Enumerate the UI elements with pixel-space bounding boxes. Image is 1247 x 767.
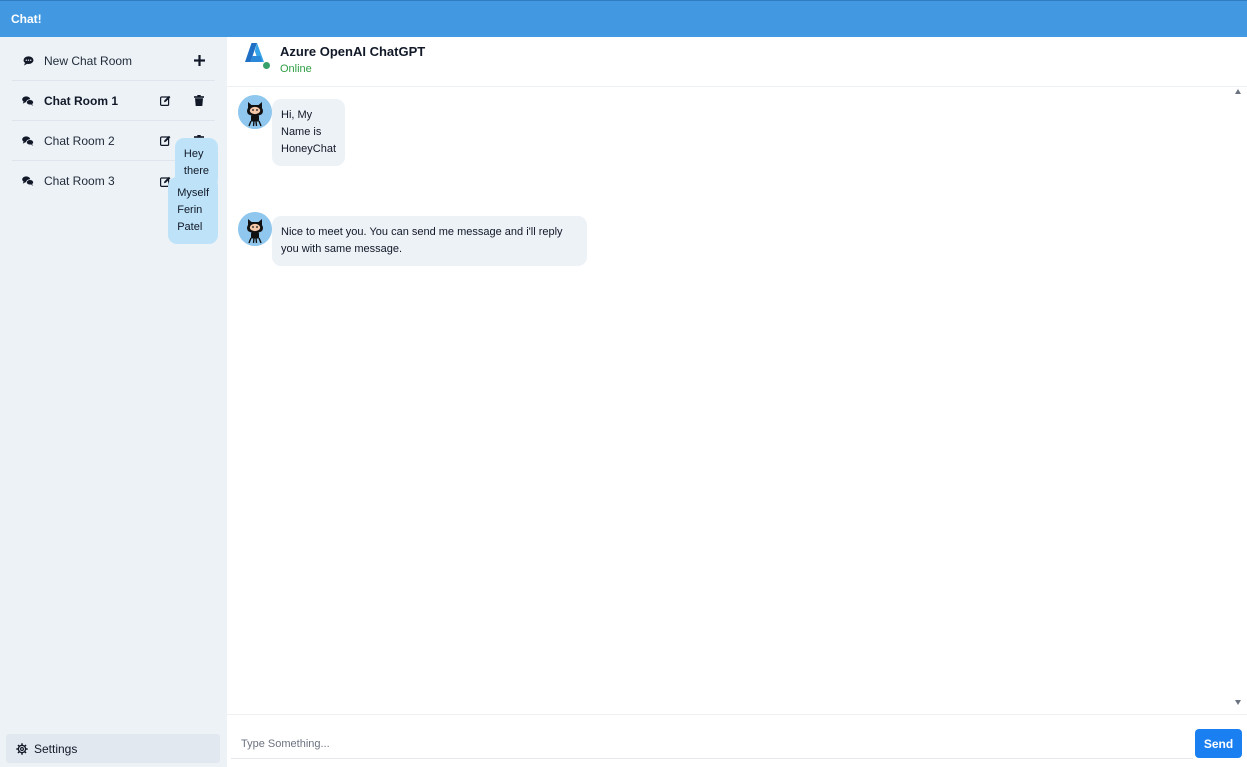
edit-icon[interactable] bbox=[157, 133, 173, 149]
bot-avatar bbox=[238, 212, 272, 246]
edit-icon[interactable] bbox=[157, 93, 173, 109]
chat-panel: Azure OpenAI ChatGPT Online Hi, My Name … bbox=[168, 37, 1247, 767]
sidebar-item-chat-room-1[interactable]: Chat Room 1 bbox=[12, 81, 215, 121]
chats-icon bbox=[12, 176, 44, 186]
trash-icon[interactable] bbox=[191, 93, 207, 109]
scroll-down-arrow-icon[interactable] bbox=[1235, 700, 1241, 705]
chat-bubble-icon bbox=[12, 55, 44, 66]
scroll-up-arrow-icon[interactable] bbox=[1235, 89, 1241, 94]
app-brand: Chat! bbox=[11, 12, 42, 26]
online-indicator bbox=[262, 61, 271, 70]
chats-icon bbox=[12, 135, 44, 146]
chats-icon bbox=[12, 95, 44, 106]
message-bubble: Myself Ferin Patel bbox=[168, 177, 218, 244]
settings-label: Settings bbox=[34, 741, 78, 756]
message-list[interactable]: Hi, My Name is HoneyChat Hey there Mysel… bbox=[168, 88, 1231, 713]
plus-icon[interactable] bbox=[191, 53, 207, 69]
app-header: Chat! bbox=[0, 0, 1247, 37]
message-composer: Send bbox=[227, 714, 1247, 767]
azure-logo-icon bbox=[243, 41, 271, 70]
scrollbar[interactable] bbox=[1233, 89, 1243, 705]
message-bubble: Nice to meet you. You can send me messag… bbox=[272, 216, 587, 266]
send-button[interactable]: Send bbox=[1195, 729, 1242, 758]
bot-avatar bbox=[238, 95, 272, 129]
chat-room-label: Chat Room 2 bbox=[44, 133, 115, 148]
chat-status: Online bbox=[280, 63, 312, 75]
chat-title: Azure OpenAI ChatGPT bbox=[280, 44, 426, 59]
chat-header: Azure OpenAI ChatGPT Online bbox=[227, 37, 1247, 87]
chat-room-label: Chat Room 3 bbox=[44, 174, 115, 188]
chat-room-label: Chat Room 1 bbox=[44, 93, 119, 108]
settings-button[interactable]: Settings bbox=[6, 734, 220, 763]
new-chat-room-button[interactable]: New Chat Room bbox=[12, 41, 215, 81]
message-input[interactable] bbox=[231, 729, 1193, 759]
message-bubble: Hi, My Name is HoneyChat bbox=[272, 99, 346, 166]
gear-icon bbox=[16, 742, 28, 755]
new-chat-room-label: New Chat Room bbox=[44, 53, 133, 68]
